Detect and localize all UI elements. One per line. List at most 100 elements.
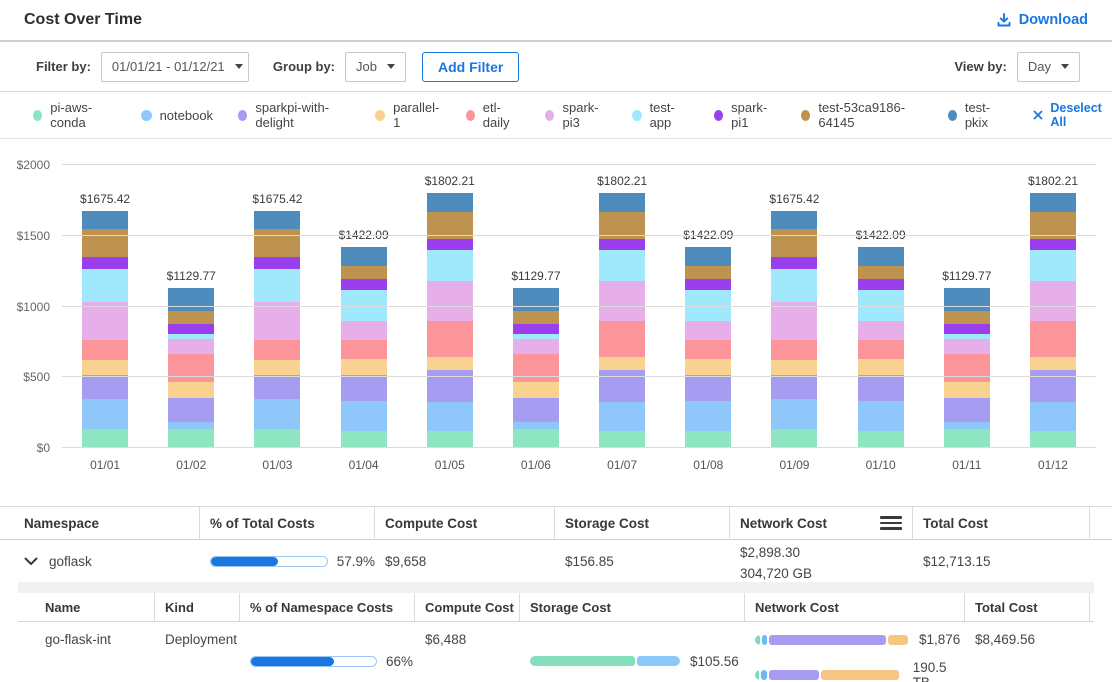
bar-segment-test-pkix[interactable] — [944, 288, 990, 311]
bar-segment-pi-aws-conda[interactable] — [858, 431, 904, 448]
bar-segment-pi-aws-conda[interactable] — [599, 431, 645, 448]
bar-segment-sparkpi-with-delight[interactable] — [168, 398, 214, 422]
bar-segment-spark-pi1[interactable] — [341, 279, 387, 290]
bar-segment-parallel-1[interactable] — [341, 359, 387, 375]
bar-segment-test-pkix[interactable] — [685, 247, 731, 266]
bar-segment-sparkpi-with-delight[interactable] — [944, 398, 990, 422]
bar-segment-notebook[interactable] — [858, 401, 904, 431]
bar-segment-spark-pi3[interactable] — [685, 321, 731, 340]
bar-segment-spark-pi1[interactable] — [685, 279, 731, 290]
bar-segment-test-53ca9186-64145[interactable] — [341, 266, 387, 280]
bar-segment-test-app[interactable] — [82, 269, 128, 302]
bar-segment-notebook[interactable] — [685, 401, 731, 431]
bar-segment-sparkpi-with-delight[interactable] — [513, 398, 559, 422]
bar-segment-spark-pi1[interactable] — [771, 257, 817, 269]
bar-segment-parallel-1[interactable] — [168, 382, 214, 398]
bar-segment-etl-daily[interactable] — [427, 321, 473, 356]
bar-segment-test-53ca9186-64145[interactable] — [82, 229, 128, 257]
bar-segment-test-pkix[interactable] — [858, 247, 904, 266]
bar-segment-spark-pi3[interactable] — [1030, 281, 1076, 321]
bar-segment-test-53ca9186-64145[interactable] — [771, 229, 817, 257]
bar-segment-spark-pi1[interactable] — [82, 257, 128, 269]
bar-segment-notebook[interactable] — [427, 402, 473, 431]
bar-segment-spark-pi1[interactable] — [168, 324, 214, 334]
bar-segment-notebook[interactable] — [1030, 402, 1076, 431]
bar-segment-sparkpi-with-delight[interactable] — [82, 375, 128, 399]
bar-segment-spark-pi3[interactable] — [427, 281, 473, 321]
bar-segment-spark-pi1[interactable] — [599, 239, 645, 250]
bar-segment-spark-pi3[interactable] — [858, 321, 904, 340]
bar-segment-parallel-1[interactable] — [771, 360, 817, 375]
bar-segment-test-pkix[interactable] — [427, 193, 473, 211]
bar-segment-pi-aws-conda[interactable] — [513, 429, 559, 448]
bar-segment-sparkpi-with-delight[interactable] — [771, 375, 817, 399]
bar-segment-etl-daily[interactable] — [254, 340, 300, 359]
bar-segment-parallel-1[interactable] — [858, 359, 904, 375]
bar-segment-parallel-1[interactable] — [82, 360, 128, 375]
bar-segment-test-53ca9186-64145[interactable] — [513, 311, 559, 324]
bar-segment-test-53ca9186-64145[interactable] — [858, 266, 904, 280]
bar-segment-test-app[interactable] — [599, 250, 645, 281]
bar-segment-pi-aws-conda[interactable] — [427, 431, 473, 448]
bar-segment-test-pkix[interactable] — [168, 288, 214, 311]
bar-segment-sparkpi-with-delight[interactable] — [341, 375, 387, 401]
bar-segment-test-53ca9186-64145[interactable] — [944, 311, 990, 324]
bar-segment-test-53ca9186-64145[interactable] — [685, 266, 731, 280]
bar-segment-test-app[interactable] — [771, 269, 817, 302]
bar-segment-spark-pi1[interactable] — [513, 324, 559, 334]
bar-segment-etl-daily[interactable] — [944, 354, 990, 382]
bar-segment-etl-daily[interactable] — [82, 340, 128, 359]
namespace-row-goflask[interactable]: goflask 57.9% $9,658 $156.85 $2,898.30 3… — [0, 540, 1112, 582]
bar-segment-notebook[interactable] — [341, 401, 387, 431]
bar-segment-test-pkix[interactable] — [1030, 193, 1076, 211]
bar-segment-parallel-1[interactable] — [427, 357, 473, 370]
bar-segment-notebook[interactable] — [82, 399, 128, 429]
bar-segment-sparkpi-with-delight[interactable] — [427, 370, 473, 402]
bar-segment-spark-pi3[interactable] — [599, 281, 645, 321]
bar-segment-etl-daily[interactable] — [685, 340, 731, 359]
bar-segment-spark-pi1[interactable] — [254, 257, 300, 269]
bar-segment-parallel-1[interactable] — [513, 382, 559, 398]
bar-segment-spark-pi3[interactable] — [82, 302, 128, 341]
bar-segment-spark-pi1[interactable] — [858, 279, 904, 290]
bar-segment-etl-daily[interactable] — [513, 354, 559, 382]
bar-segment-sparkpi-with-delight[interactable] — [254, 375, 300, 399]
bar-segment-pi-aws-conda[interactable] — [685, 431, 731, 448]
column-menu-icon[interactable] — [880, 516, 902, 530]
bar-segment-test-app[interactable] — [427, 250, 473, 281]
bar-segment-spark-pi3[interactable] — [168, 339, 214, 354]
bar-segment-etl-daily[interactable] — [168, 354, 214, 382]
bar-segment-notebook[interactable] — [771, 399, 817, 429]
bar-segment-pi-aws-conda[interactable] — [771, 429, 817, 448]
workload-row-go-flask-int[interactable]: go-flask-int Deployment 66% $6,488 $105.… — [18, 622, 1094, 682]
bar-segment-test-53ca9186-64145[interactable] — [168, 311, 214, 324]
bar-segment-pi-aws-conda[interactable] — [168, 429, 214, 448]
bar-segment-test-53ca9186-64145[interactable] — [254, 229, 300, 257]
bar-segment-test-pkix[interactable] — [599, 193, 645, 211]
bar-segment-spark-pi1[interactable] — [427, 239, 473, 250]
bar-segment-etl-daily[interactable] — [599, 321, 645, 356]
bar-segment-pi-aws-conda[interactable] — [82, 429, 128, 448]
bar-segment-parallel-1[interactable] — [599, 357, 645, 370]
bar-segment-etl-daily[interactable] — [858, 340, 904, 359]
bar-segment-test-pkix[interactable] — [771, 211, 817, 230]
bar-segment-sparkpi-with-delight[interactable] — [685, 375, 731, 401]
bar-segment-pi-aws-conda[interactable] — [341, 431, 387, 448]
bar-segment-sparkpi-with-delight[interactable] — [1030, 370, 1076, 402]
bar-segment-spark-pi3[interactable] — [944, 339, 990, 354]
bar-segment-etl-daily[interactable] — [771, 340, 817, 359]
bar-segment-spark-pi1[interactable] — [944, 324, 990, 334]
bar-segment-parallel-1[interactable] — [254, 360, 300, 375]
bar-segment-spark-pi3[interactable] — [771, 302, 817, 341]
bar-segment-sparkpi-with-delight[interactable] — [858, 375, 904, 401]
bar-segment-notebook[interactable] — [599, 402, 645, 431]
bar-segment-etl-daily[interactable] — [1030, 321, 1076, 356]
bar-segment-spark-pi3[interactable] — [341, 321, 387, 340]
bar-segment-etl-daily[interactable] — [341, 340, 387, 359]
namespace-cell[interactable]: goflask — [24, 554, 200, 569]
bar-segment-test-pkix[interactable] — [513, 288, 559, 311]
bar-segment-test-app[interactable] — [1030, 250, 1076, 281]
bar-segment-parallel-1[interactable] — [944, 382, 990, 398]
bar-segment-notebook[interactable] — [254, 399, 300, 429]
bar-segment-pi-aws-conda[interactable] — [1030, 431, 1076, 448]
